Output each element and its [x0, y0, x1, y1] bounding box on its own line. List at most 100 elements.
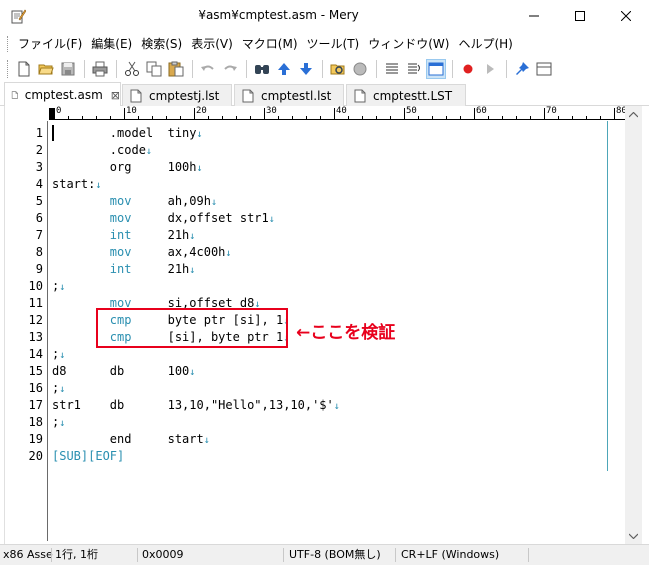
- code-line[interactable]: 20 [SUB][EOF]: [5, 448, 625, 465]
- ruler-tick: [418, 116, 419, 119]
- code-line[interactable]: 16 ;↓: [5, 380, 625, 397]
- status-mode[interactable]: x86 Asse: [3, 545, 53, 565]
- line-number: 8: [35, 245, 43, 259]
- instruction-keyword: mov: [109, 211, 132, 225]
- ruler-tick: [222, 116, 223, 119]
- record-macro-button[interactable]: [458, 59, 478, 79]
- line-number: 17: [28, 398, 43, 412]
- ruler-tick: [474, 108, 475, 119]
- ruler-tick: [264, 108, 265, 119]
- code-segment: ax,4c00h: [131, 245, 226, 259]
- tab-bar: cmptest.asm ⊠ cmptestj.lst cmptestl.lst …: [0, 82, 649, 107]
- tab-cmptestl-lst[interactable]: cmptestl.lst: [234, 84, 344, 106]
- return-mark: ↓: [59, 282, 66, 293]
- menu-help[interactable]: ヘルプ(H): [454, 32, 517, 56]
- line-text: int 21h↓: [52, 227, 196, 245]
- menu-edit[interactable]: 編集(E): [87, 32, 137, 56]
- maximize-button[interactable]: [557, 0, 603, 32]
- code-segment: ah,09h: [131, 194, 211, 208]
- menu-window[interactable]: ウィンドウ(W): [364, 32, 454, 56]
- tab-close-icon[interactable]: ⊠: [111, 89, 120, 102]
- scroll-up-button[interactable]: [625, 106, 642, 123]
- save-button[interactable]: [58, 59, 78, 79]
- code-line[interactable]: 17 str1 db 13,10,"Hello",13,10,'$'↓: [5, 397, 625, 414]
- line-text: str1 db 13,10,"Hello",13,10,'$'↓: [52, 397, 340, 415]
- menu-view[interactable]: 表示(V): [187, 32, 238, 56]
- open-button[interactable]: [36, 59, 56, 79]
- line-number: 3: [35, 160, 43, 174]
- code-line[interactable]: 15 d8 db 100↓: [5, 363, 625, 380]
- menu-macro[interactable]: マクロ(M): [238, 32, 303, 56]
- undo-button[interactable]: [198, 59, 218, 79]
- line-number: 16: [28, 381, 43, 395]
- status-line-ending[interactable]: CR+LF (Windows): [401, 545, 499, 565]
- chevron-up-icon: [629, 111, 638, 117]
- paste-button[interactable]: [166, 59, 186, 79]
- code-line[interactable]: 7 int 21h↓: [5, 227, 625, 244]
- redo-button[interactable]: [220, 59, 240, 79]
- return-mark: ↓: [59, 418, 66, 429]
- find-up-button[interactable]: [274, 59, 294, 79]
- vertical-scrollbar[interactable]: [625, 106, 642, 544]
- close-button[interactable]: [603, 0, 649, 32]
- code-segment: .model tiny: [52, 126, 197, 140]
- line-number: 14: [28, 347, 43, 361]
- code-line[interactable]: 19 end start↓: [5, 431, 625, 448]
- menu-search[interactable]: 検索(S): [137, 32, 187, 56]
- pin-button[interactable]: [512, 59, 532, 79]
- return-mark: ↓: [189, 231, 196, 242]
- cut-button[interactable]: [122, 59, 142, 79]
- code-line[interactable]: 9 int 21h↓: [5, 261, 625, 278]
- line-number: 11: [28, 296, 43, 310]
- code-line[interactable]: 4 start:↓: [5, 176, 625, 193]
- code-line[interactable]: 2 .code↓: [5, 142, 625, 159]
- find-icon: [255, 65, 269, 74]
- code-line[interactable]: 5 mov ah,09h↓: [5, 193, 625, 210]
- tab-cmptestt-LST[interactable]: cmptestt.LST: [346, 84, 466, 106]
- find-button[interactable]: [252, 59, 272, 79]
- instruction-keyword: int: [109, 262, 132, 276]
- line-number: 12: [28, 313, 43, 327]
- tab-label: cmptestj.lst: [149, 88, 220, 103]
- word-wrap-button[interactable]: [382, 59, 402, 79]
- window-view-button[interactable]: [426, 59, 446, 79]
- file-icon: [242, 89, 254, 102]
- minimize-button[interactable]: [511, 0, 557, 32]
- code-line[interactable]: 14 ;↓: [5, 346, 625, 363]
- code-line[interactable]: 3 org 100h↓: [5, 159, 625, 176]
- toolbar-grip[interactable]: [7, 60, 10, 78]
- line-number-button[interactable]: [404, 59, 424, 79]
- ruler-tick: [460, 116, 461, 119]
- line-number: 5: [35, 194, 43, 208]
- ruler-tick: [306, 116, 307, 119]
- scroll-down-button[interactable]: [625, 527, 642, 544]
- text-caret: [52, 125, 54, 141]
- play-macro-icon: [487, 64, 494, 74]
- status-encoding[interactable]: UTF-8 (BOM無し): [289, 545, 381, 565]
- menu-grip[interactable]: [7, 36, 10, 52]
- ruler-tick: [334, 108, 335, 119]
- replace-button[interactable]: [328, 59, 348, 79]
- return-mark: ↓: [225, 248, 232, 259]
- code-line[interactable]: 1 .model tiny↓: [5, 125, 625, 142]
- code-line[interactable]: 18 ;↓: [5, 414, 625, 431]
- code-line[interactable]: 8 mov ax,4c00h↓: [5, 244, 625, 261]
- copy-button[interactable]: [144, 59, 164, 79]
- panel-button[interactable]: [534, 59, 554, 79]
- play-macro-button[interactable]: [480, 59, 500, 79]
- code-line[interactable]: 10 ;↓: [5, 278, 625, 295]
- menu-tools[interactable]: ツール(T): [303, 32, 365, 56]
- toolbar: [0, 56, 649, 82]
- menu-bar: ファイル(F) 編集(E) 検索(S) 表示(V) マクロ(M) ツール(T) …: [0, 32, 649, 56]
- grep-button[interactable]: [350, 59, 370, 79]
- print-button[interactable]: [90, 59, 110, 79]
- tab-cmptestj-lst[interactable]: cmptestj.lst: [122, 84, 232, 106]
- menu-file[interactable]: ファイル(F): [14, 32, 87, 56]
- code-line[interactable]: 6 mov dx,offset str1↓: [5, 210, 625, 227]
- find-down-button[interactable]: [296, 59, 316, 79]
- tab-cmptest-asm[interactable]: cmptest.asm ⊠: [4, 82, 121, 107]
- code-segment: 21h: [131, 262, 190, 276]
- new-file-button[interactable]: [14, 59, 34, 79]
